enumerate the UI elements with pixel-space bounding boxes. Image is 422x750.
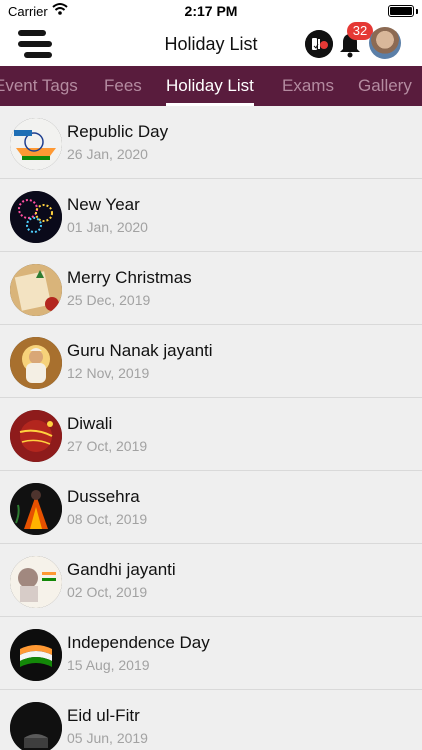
holiday-date: 05 Jun, 2019 [67, 730, 148, 746]
tab-holiday-list[interactable]: Holiday List [166, 76, 254, 96]
gandhi-thumbnail [10, 556, 62, 608]
list-item[interactable]: Dussehra 08 Oct, 2019 [0, 471, 422, 544]
diwali-thumbnail [10, 410, 62, 462]
tab-bar: Event Tags Fees Holiday List Exams Galle… [0, 66, 422, 106]
list-item[interactable]: Republic Day 26 Jan, 2020 [0, 106, 422, 179]
list-item[interactable]: Guru Nanak jayanti 12 Nov, 2019 [0, 325, 422, 398]
switch-account-icon[interactable] [305, 30, 333, 58]
tab-fees[interactable]: Fees [104, 76, 142, 96]
holiday-name: Merry Christmas [67, 268, 192, 287]
list-item[interactable]: Diwali 27 Oct, 2019 [0, 398, 422, 471]
holiday-name: Eid ul-Fitr [67, 706, 140, 725]
independence-day-thumbnail [10, 629, 62, 681]
holiday-date: 15 Aug, 2019 [67, 657, 150, 673]
holiday-date: 02 Oct, 2019 [67, 584, 148, 600]
battery-icon [388, 5, 414, 17]
guru-nanak-thumbnail [10, 337, 62, 389]
list-item[interactable]: Gandhi jayanti 02 Oct, 2019 [0, 544, 422, 617]
holiday-date: 26 Jan, 2020 [67, 146, 148, 162]
status-time: 2:17 PM [184, 3, 238, 19]
eid-thumbnail [10, 702, 62, 750]
holiday-name: Guru Nanak jayanti [67, 341, 213, 360]
list-item[interactable]: Independence Day 15 Aug, 2019 [0, 617, 422, 690]
list-item[interactable]: Merry Christmas 25 Dec, 2019 [0, 252, 422, 325]
holiday-name: Gandhi jayanti [67, 560, 176, 579]
holiday-name: Dussehra [67, 487, 140, 506]
status-bar: Carrier 2:17 PM [0, 0, 422, 22]
avatar[interactable] [369, 27, 401, 59]
holiday-date: 12 Nov, 2019 [67, 365, 150, 381]
tab-exams[interactable]: Exams [282, 76, 334, 96]
fireworks-thumbnail [10, 191, 62, 243]
holiday-date: 01 Jan, 2020 [67, 219, 148, 235]
battery-tip-icon [416, 9, 418, 14]
holiday-name: Independence Day [67, 633, 210, 652]
holiday-name: New Year [67, 195, 140, 214]
holiday-date: 25 Dec, 2019 [67, 292, 151, 308]
list-item[interactable]: New Year 01 Jan, 2020 [0, 179, 422, 252]
holiday-name: Republic Day [67, 122, 169, 141]
tab-event-tags[interactable]: Event Tags [0, 76, 78, 96]
nav-bar: Holiday List 32 [0, 22, 422, 66]
republic-day-thumbnail [10, 118, 62, 170]
christmas-thumbnail [10, 264, 62, 316]
list-item[interactable]: Eid ul-Fitr 05 Jun, 2019 [0, 690, 422, 750]
dussehra-thumbnail [10, 483, 62, 535]
tab-gallery[interactable]: Gallery [358, 76, 412, 96]
holiday-name: Diwali [67, 414, 113, 433]
holiday-date: 27 Oct, 2019 [67, 438, 148, 454]
holiday-date: 08 Oct, 2019 [67, 511, 148, 527]
holiday-list: Republic Day 26 Jan, 2020 New Year 01 Ja… [0, 106, 422, 750]
